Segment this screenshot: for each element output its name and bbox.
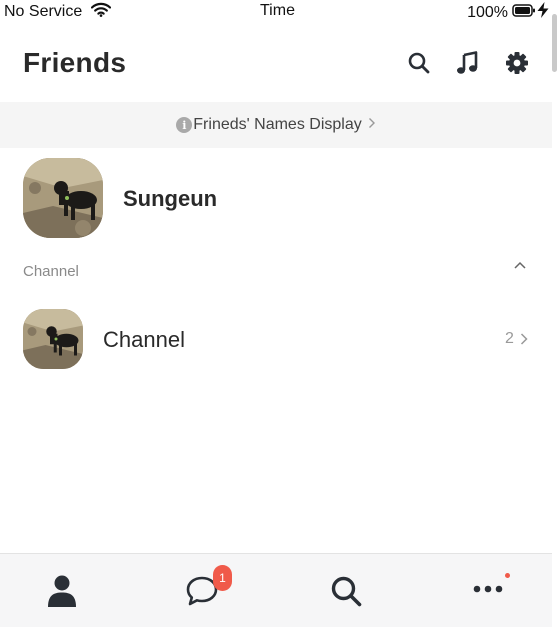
app-screen: No Service Time 100% Friends i Frineds' … bbox=[0, 0, 557, 627]
channel-avatar bbox=[23, 309, 83, 369]
search-button[interactable] bbox=[406, 50, 432, 76]
profile-name: Sungeun bbox=[123, 186, 218, 211]
channel-name: Channel bbox=[103, 327, 185, 352]
notification-dot bbox=[505, 573, 510, 578]
status-right: 100% bbox=[467, 2, 550, 23]
my-profile[interactable]: Sungeun bbox=[0, 156, 552, 240]
status-left: No Service bbox=[4, 2, 112, 22]
scrollbar[interactable] bbox=[552, 14, 557, 72]
info-icon: i bbox=[176, 117, 193, 133]
channel-section-header[interactable]: Channel bbox=[0, 256, 552, 286]
channel-count: 2 bbox=[505, 330, 514, 347]
tab-friends[interactable] bbox=[0, 554, 138, 627]
tab-more[interactable] bbox=[414, 554, 552, 627]
more-dots-icon bbox=[473, 585, 503, 593]
settings-button[interactable] bbox=[504, 50, 530, 76]
names-display-text: Frineds' Names Display bbox=[193, 116, 362, 133]
charging-bolt-icon bbox=[536, 2, 550, 23]
tab-bar: 1 bbox=[0, 553, 552, 627]
battery-percentage: 100% bbox=[467, 3, 508, 21]
music-button[interactable] bbox=[455, 50, 481, 76]
profile-avatar bbox=[23, 158, 103, 238]
page-title: Friends bbox=[23, 47, 127, 78]
chats-badge: 1 bbox=[213, 565, 232, 591]
chevron-up-icon bbox=[514, 261, 526, 269]
gear-icon bbox=[506, 52, 528, 74]
names-display-banner[interactable]: i Frineds' Names Display bbox=[0, 102, 552, 148]
search-icon bbox=[331, 576, 362, 607]
section-label: Channel bbox=[23, 263, 79, 280]
tab-chats[interactable]: 1 bbox=[138, 554, 276, 627]
music-note-icon bbox=[457, 51, 478, 74]
status-bar: No Service Time 100% bbox=[0, 0, 552, 24]
chevron-right-icon bbox=[520, 333, 528, 345]
carrier-text: No Service bbox=[4, 3, 83, 20]
wifi-icon bbox=[91, 2, 112, 22]
header: Friends bbox=[0, 40, 552, 90]
status-time: Time bbox=[260, 2, 295, 19]
tab-search[interactable] bbox=[276, 554, 414, 627]
list-item[interactable]: Channel 2 bbox=[0, 306, 552, 372]
search-icon bbox=[408, 52, 430, 74]
chevron-right-icon bbox=[368, 116, 376, 134]
battery-icon bbox=[512, 3, 536, 22]
person-icon bbox=[48, 575, 76, 607]
